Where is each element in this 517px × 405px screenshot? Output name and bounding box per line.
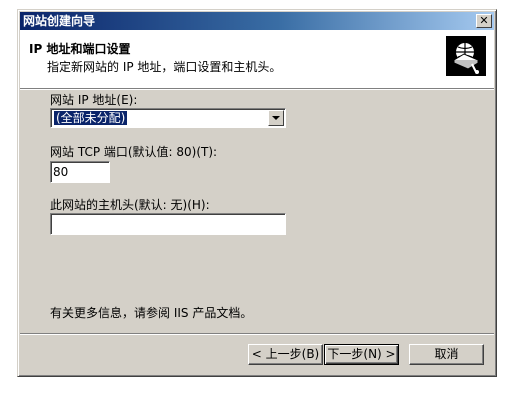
next-button[interactable]: 下一步(N) > (324, 344, 399, 365)
back-button[interactable]: < 上一步(B) (248, 344, 323, 365)
ip-address-dropdown-button[interactable] (268, 110, 284, 126)
host-header-label: 此网站的主机头(默认: 无)(H): (50, 198, 210, 212)
ip-address-selected-value: (全部未分配) (52, 110, 129, 126)
wizard-header: IP 地址和端口设置 指定新网站的 IP 地址，端口设置和主机头。 (20, 30, 494, 88)
ip-address-select[interactable]: (全部未分配) (50, 108, 286, 128)
chevron-down-icon (272, 116, 280, 120)
header-divider (20, 88, 494, 90)
page-subtitle: 指定新网站的 IP 地址，端口设置和主机头。 (47, 60, 282, 74)
globe-computer-icon (446, 36, 486, 76)
cancel-button[interactable]: 取消 (409, 344, 484, 365)
host-header-input[interactable] (50, 213, 286, 235)
tcp-port-label: 网站 TCP 端口(默认值: 80)(T): (50, 145, 218, 159)
window-title: 网站创建向导 (23, 14, 96, 28)
title-bar[interactable]: 网站创建向导 ✕ (20, 12, 494, 30)
page-title: IP 地址和端口设置 (29, 42, 131, 56)
info-text: 有关更多信息，请参阅 IIS 产品文档。 (50, 306, 253, 320)
close-button[interactable]: ✕ (476, 14, 492, 28)
footer-divider (20, 333, 494, 335)
iis-website-wizard-icon (446, 36, 486, 76)
ip-address-label: 网站 IP 地址(E): (50, 93, 138, 107)
tcp-port-input[interactable]: 80 (50, 161, 110, 183)
website-creation-wizard-dialog: 网站创建向导 ✕ IP 地址和端口设置 指定新网站的 IP 地址，端口设置和主机… (17, 9, 497, 377)
